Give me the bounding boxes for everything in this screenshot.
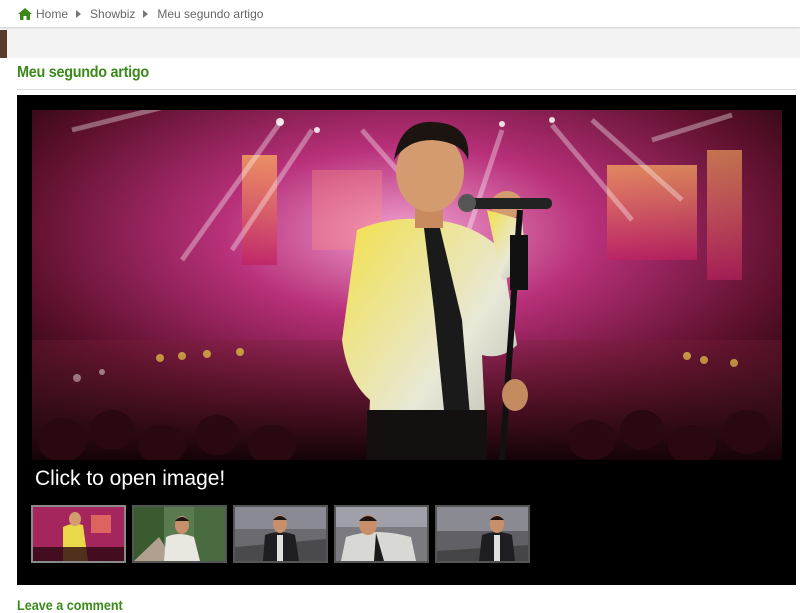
- image-gallery: Click to open image!: [17, 95, 796, 585]
- article-title: Meu segundo artigo: [17, 64, 149, 81]
- chevron-right-icon: [143, 9, 149, 18]
- band-edge: [0, 30, 7, 58]
- chevron-right-icon: [76, 9, 82, 18]
- thumbnail-2[interactable]: [132, 505, 227, 563]
- main-gallery-image[interactable]: [32, 110, 782, 460]
- thumbnail-strip: [31, 505, 530, 563]
- home-icon: [18, 7, 32, 20]
- gallery-caption[interactable]: Click to open image!: [35, 467, 225, 491]
- thumbnail-1[interactable]: [31, 505, 126, 563]
- comments-heading: Leave a comment: [17, 597, 123, 613]
- breadcrumb-current: Meu segundo artigo: [157, 6, 264, 21]
- thumbnail-5[interactable]: [435, 505, 530, 563]
- header-band: [0, 30, 800, 58]
- title-divider: [17, 89, 797, 90]
- breadcrumb-showbiz[interactable]: Showbiz: [90, 7, 135, 21]
- thumbnail-4[interactable]: [334, 505, 429, 563]
- thumbnail-3[interactable]: [233, 505, 328, 563]
- breadcrumb-home[interactable]: Home: [18, 7, 68, 21]
- breadcrumb: Home Showbiz Meu segundo artigo: [0, 0, 800, 28]
- breadcrumb-home-label: Home: [36, 6, 69, 21]
